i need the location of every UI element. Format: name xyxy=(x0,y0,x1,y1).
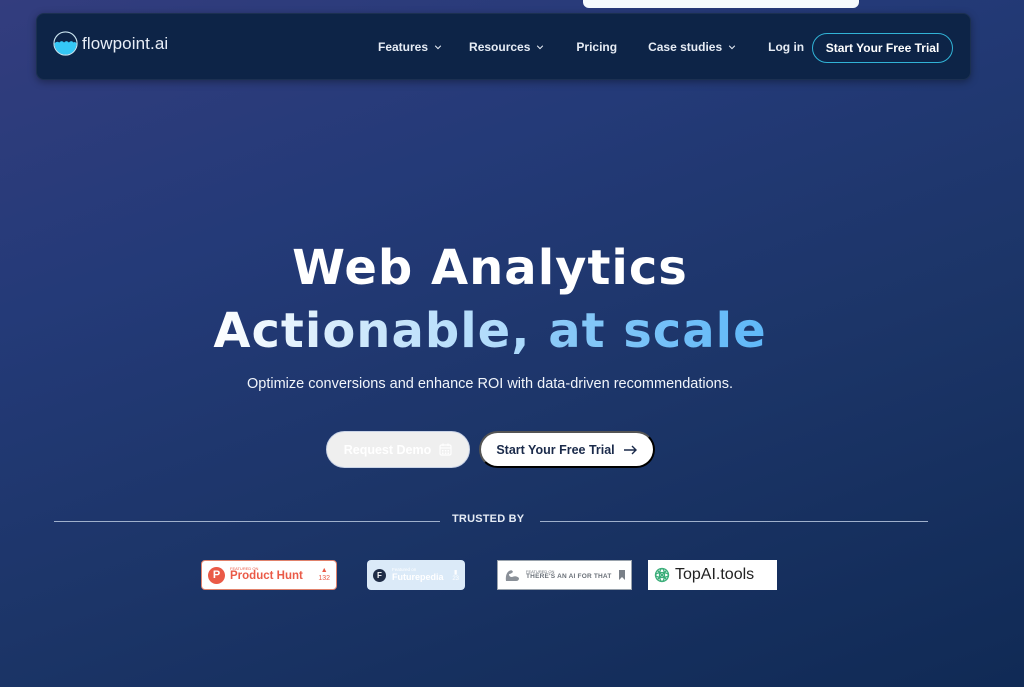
badge-name: Product Hunt xyxy=(230,570,303,583)
divider-right xyxy=(540,521,928,522)
nav-item-pricing[interactable]: Pricing xyxy=(576,40,617,54)
divider-left xyxy=(54,521,440,522)
nav-start-trial-button[interactable]: Start Your Free Trial xyxy=(812,33,953,63)
hero-start-trial-button[interactable]: Start Your Free Trial xyxy=(479,431,655,468)
nav-item-label: Log in xyxy=(768,40,805,54)
logo-text: flowpoint.ai xyxy=(82,33,169,53)
nav-item-case-studies[interactable]: Case studies xyxy=(648,40,736,54)
futurepedia-badge[interactable]: F Featured on Futurepedia ▮ 23 xyxy=(367,560,465,590)
trusted-by-label: TRUSTED BY xyxy=(452,513,525,525)
nav-item-features[interactable]: Features xyxy=(378,40,442,54)
vote-count: 132 xyxy=(318,575,330,582)
request-demo-button[interactable]: Request Demo xyxy=(326,431,470,468)
hero-title-line1: Web Analytics xyxy=(292,240,688,296)
product-hunt-logo-icon: P xyxy=(208,566,225,584)
nav-item-label: Features xyxy=(378,40,429,54)
chevron-down-icon xyxy=(537,45,544,50)
futurepedia-votes: ▮ 23 xyxy=(452,569,459,582)
chevron-down-icon xyxy=(728,45,736,50)
calendar-icon xyxy=(439,443,452,456)
bookmark-icon xyxy=(619,570,625,580)
taaft-arm-icon xyxy=(505,570,519,581)
navbar: flowpoint.ai Features Resources Pricing … xyxy=(36,13,971,80)
vote-count: 23 xyxy=(452,575,459,582)
logo[interactable]: flowpoint.ai xyxy=(53,31,168,56)
topai-tools-badge[interactable]: TopAI.tools xyxy=(648,560,777,590)
futurepedia-text: Featured on Futurepedia xyxy=(392,567,444,582)
badge-name: Futurepedia xyxy=(392,571,444,582)
futurepedia-logo-icon: F xyxy=(373,568,386,582)
nav-item-resources[interactable]: Resources xyxy=(469,40,544,54)
taaft-text: FEATURED ON THERE'S AN AI FOR THAT xyxy=(526,569,612,581)
nav-item-label: Case studies xyxy=(648,40,723,54)
hero-title-actionable: Actionable, xyxy=(213,303,531,359)
hero-title-line2: Actionable, at scale xyxy=(0,303,980,359)
topai-logo-icon xyxy=(654,567,670,583)
nav-item-label: Pricing xyxy=(576,40,618,54)
arrow-right-icon xyxy=(623,445,637,454)
hero-start-trial-label: Start Your Free Trial xyxy=(496,442,615,457)
hero-subtitle: Optimize conversions and enhance ROI wit… xyxy=(247,376,733,392)
chevron-down-icon xyxy=(434,45,442,50)
product-hunt-badge[interactable]: P FEATURED ON Product Hunt ▲ 132 xyxy=(201,560,337,590)
bookmark-icon: ▮ xyxy=(454,569,458,576)
request-demo-label: Request Demo xyxy=(343,442,432,457)
theres-an-ai-for-that-badge[interactable]: FEATURED ON THERE'S AN AI FOR THAT xyxy=(497,560,632,590)
top-popup-panel xyxy=(583,0,859,8)
flowpoint-logo-icon xyxy=(53,31,78,56)
nav-menu: Features Resources Pricing Case studies … xyxy=(378,40,804,54)
badge-name: TopAI.tools xyxy=(675,566,755,583)
hero-title-at-scale: at scale xyxy=(548,303,767,359)
nav-item-login[interactable]: Log in xyxy=(768,40,804,54)
product-hunt-votes: ▲ 132 xyxy=(318,567,330,582)
badge-name: THERE'S AN AI FOR THAT xyxy=(526,572,612,580)
upvote-triangle-icon: ▲ xyxy=(320,567,328,575)
product-hunt-text: FEATURED ON Product Hunt xyxy=(230,567,303,583)
nav-item-label: Resources xyxy=(469,40,531,54)
